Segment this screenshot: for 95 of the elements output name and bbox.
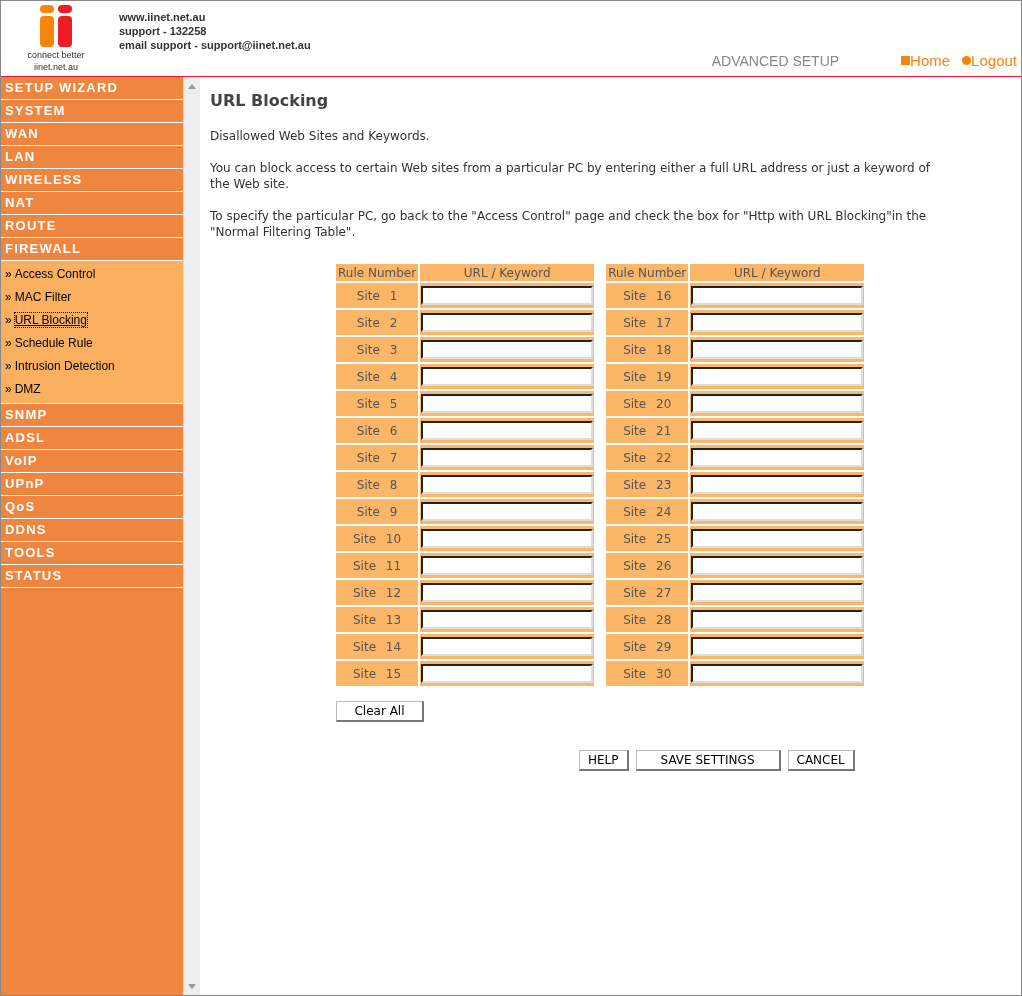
- rule-number-cell: Site 16: [606, 283, 689, 308]
- rule-number-cell: Site 11: [336, 553, 419, 578]
- url-keyword-field[interactable]: [691, 367, 864, 386]
- url-keyword-field[interactable]: [421, 556, 594, 575]
- rule-number-cell: Site 22: [606, 445, 689, 470]
- url-keyword-field[interactable]: [691, 556, 864, 575]
- header-link[interactable]: Home: [901, 52, 951, 69]
- form-button[interactable]: CANCEL: [787, 750, 855, 771]
- page-title: URL Blocking: [210, 91, 330, 110]
- url-keyword-field[interactable]: [421, 313, 594, 332]
- url-keyword-field[interactable]: [691, 529, 864, 548]
- url-keyword-field[interactable]: [691, 664, 864, 683]
- rule-number-cell: Site 26: [606, 553, 689, 578]
- url-keyword-field[interactable]: [421, 502, 594, 521]
- submenu-item[interactable]: MAC Filter: [14, 290, 72, 304]
- rule-number-cell: Site 24: [606, 499, 689, 524]
- rule-number-cell: Site 12: [336, 580, 419, 605]
- rule-number-cell: Site 21: [606, 418, 689, 443]
- url-keyword-field[interactable]: [691, 475, 864, 494]
- rule-number-cell: Site 7: [336, 445, 419, 470]
- url-keyword-field[interactable]: [691, 421, 864, 440]
- url-keyword-field[interactable]: [421, 529, 594, 548]
- form-button[interactable]: SAVE SETTINGS: [635, 750, 781, 771]
- clear-all-button[interactable]: Clear All: [336, 701, 424, 722]
- form-button[interactable]: HELP: [579, 750, 629, 771]
- url-keyword-field[interactable]: [421, 394, 594, 413]
- rule-number-cell: Site 2: [336, 310, 419, 335]
- url-keyword-field[interactable]: [421, 637, 594, 656]
- rule-number-cell: Site 3: [336, 337, 419, 362]
- url-keyword-field[interactable]: [691, 394, 864, 413]
- rule-number-cell: Site 4: [336, 364, 419, 389]
- contact-line: support - 132258: [119, 24, 208, 38]
- column-header: URL / Keyword: [420, 264, 595, 281]
- url-keyword-field[interactable]: [421, 610, 594, 629]
- rule-number-cell: Site 14: [336, 634, 419, 659]
- rule-number-cell: Site 13: [336, 607, 419, 632]
- logo-icon: [39, 5, 73, 47]
- url-keyword-field[interactable]: [691, 340, 864, 359]
- description-text: You can block access to certain Web sites from a particular PC by entering either a full URL address or just a keyword of the Web site.: [210, 160, 932, 192]
- url-keyword-field[interactable]: [421, 340, 594, 359]
- rule-number-cell: Site 19: [606, 364, 689, 389]
- description-text: Disallowed Web Sites and Keywords.: [210, 128, 431, 144]
- rule-number-cell: Site 15: [336, 661, 419, 686]
- url-keyword-field[interactable]: [691, 286, 864, 305]
- column-header: Rule Number: [606, 264, 689, 281]
- rule-number-cell: Site 27: [606, 580, 689, 605]
- bullet-mark: »: [5, 382, 12, 396]
- submenu-item[interactable]: Schedule Rule: [14, 336, 93, 350]
- url-keyword-field[interactable]: [421, 367, 594, 386]
- description-text: To specify the particular PC, go back to the "Access Control" page and check the box for "Http with URL Blocking"in the "Normal Filtering Table".: [210, 208, 928, 240]
- url-keyword-field[interactable]: [691, 637, 864, 656]
- url-keyword-field[interactable]: [691, 610, 864, 629]
- submenu-item[interactable]: Access Control: [14, 267, 96, 281]
- rule-number-cell: Site 8: [336, 472, 419, 497]
- bullet-mark: »: [5, 359, 12, 373]
- submenu-item[interactable]: URL Blocking: [14, 313, 87, 327]
- bullet-mark: »: [5, 290, 12, 304]
- contact-line: email support - support@iinet.net.au: [119, 38, 311, 52]
- url-keyword-field[interactable]: [691, 313, 864, 332]
- url-keyword-field[interactable]: [421, 448, 594, 467]
- rule-number-cell: Site 10: [336, 526, 419, 551]
- rule-number-cell: Site 30: [606, 661, 689, 686]
- url-keyword-field[interactable]: [421, 475, 594, 494]
- submenu-item[interactable]: Intrusion Detection: [14, 359, 115, 373]
- rule-number-cell: Site 1: [336, 283, 419, 308]
- rule-number-cell: Site 23: [606, 472, 689, 497]
- header-link[interactable]: Logout: [962, 52, 1017, 69]
- rule-number-cell: Site 28: [606, 607, 689, 632]
- rule-number-cell: Site 6: [336, 418, 419, 443]
- url-keyword-field[interactable]: [421, 286, 594, 305]
- logo-domain: iinet.net.au: [33, 62, 78, 72]
- url-keyword-field[interactable]: [421, 664, 594, 683]
- bullet-mark: »: [5, 267, 12, 281]
- logo-tagline: connect better: [27, 50, 85, 60]
- url-keyword-field[interactable]: [421, 421, 594, 440]
- column-header: URL / Keyword: [690, 264, 865, 281]
- submenu-item[interactable]: DMZ: [14, 382, 41, 396]
- bullet-mark: »: [5, 336, 12, 350]
- url-keyword-field[interactable]: [691, 502, 864, 521]
- url-keyword-field[interactable]: [691, 448, 864, 467]
- rule-number-cell: Site 17: [606, 310, 689, 335]
- rule-number-cell: Site 29: [606, 634, 689, 659]
- dot-bullet-icon: [962, 56, 972, 65]
- bullet-mark: »: [5, 313, 12, 327]
- rule-number-cell: Site 18: [606, 337, 689, 362]
- rule-number-cell: Site 25: [606, 526, 689, 551]
- url-keyword-field[interactable]: [691, 583, 864, 602]
- column-header: Rule Number: [336, 264, 419, 281]
- rule-number-cell: Site 9: [336, 499, 419, 524]
- section-title: ADVANCED SETUP: [711, 52, 840, 69]
- square-bullet-icon: [901, 56, 911, 65]
- rule-number-cell: Site 20: [606, 391, 689, 416]
- contact-line: www.iinet.net.au: [119, 10, 207, 24]
- rule-number-cell: Site 5: [336, 391, 419, 416]
- url-keyword-field[interactable]: [421, 583, 594, 602]
